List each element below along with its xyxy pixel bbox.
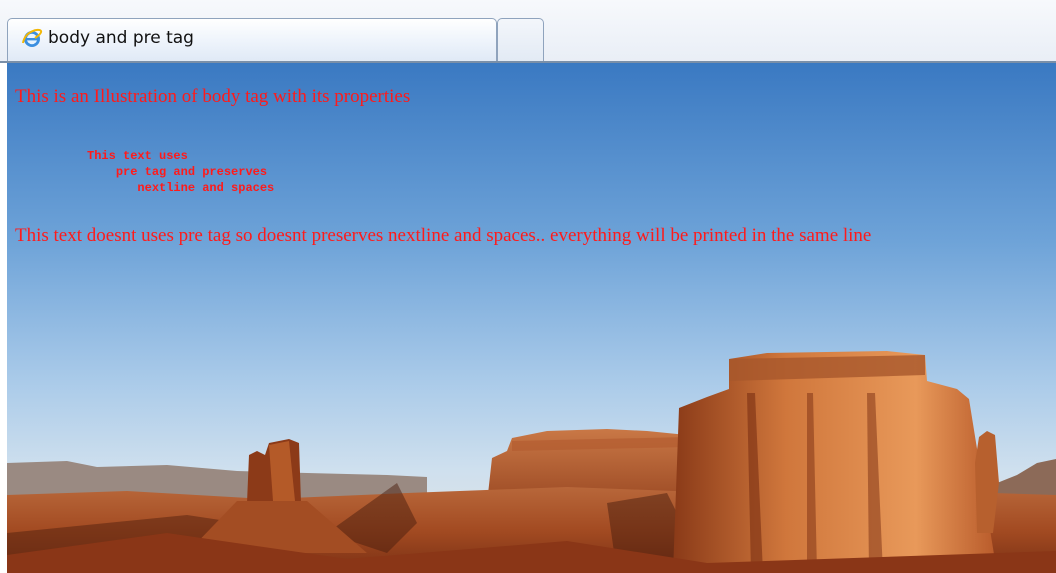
browser-tab-strip: body and pre tag — [0, 0, 1056, 62]
desert-background-image — [7, 63, 1056, 573]
plain-paragraph: This text doesnt uses pre tag so doesnt … — [15, 225, 872, 246]
pre-formatted-text: This text uses pre tag and preserves nex… — [87, 149, 275, 195]
page-viewport: This is an Illustration of body tag with… — [7, 63, 1056, 573]
browser-tab-active[interactable]: body and pre tag — [7, 18, 497, 62]
new-tab-button[interactable] — [497, 18, 544, 62]
tab-title: body and pre tag — [48, 28, 194, 48]
body-paragraph: This is an Illustration of body tag with… — [15, 86, 411, 107]
internet-explorer-icon — [22, 28, 43, 47]
